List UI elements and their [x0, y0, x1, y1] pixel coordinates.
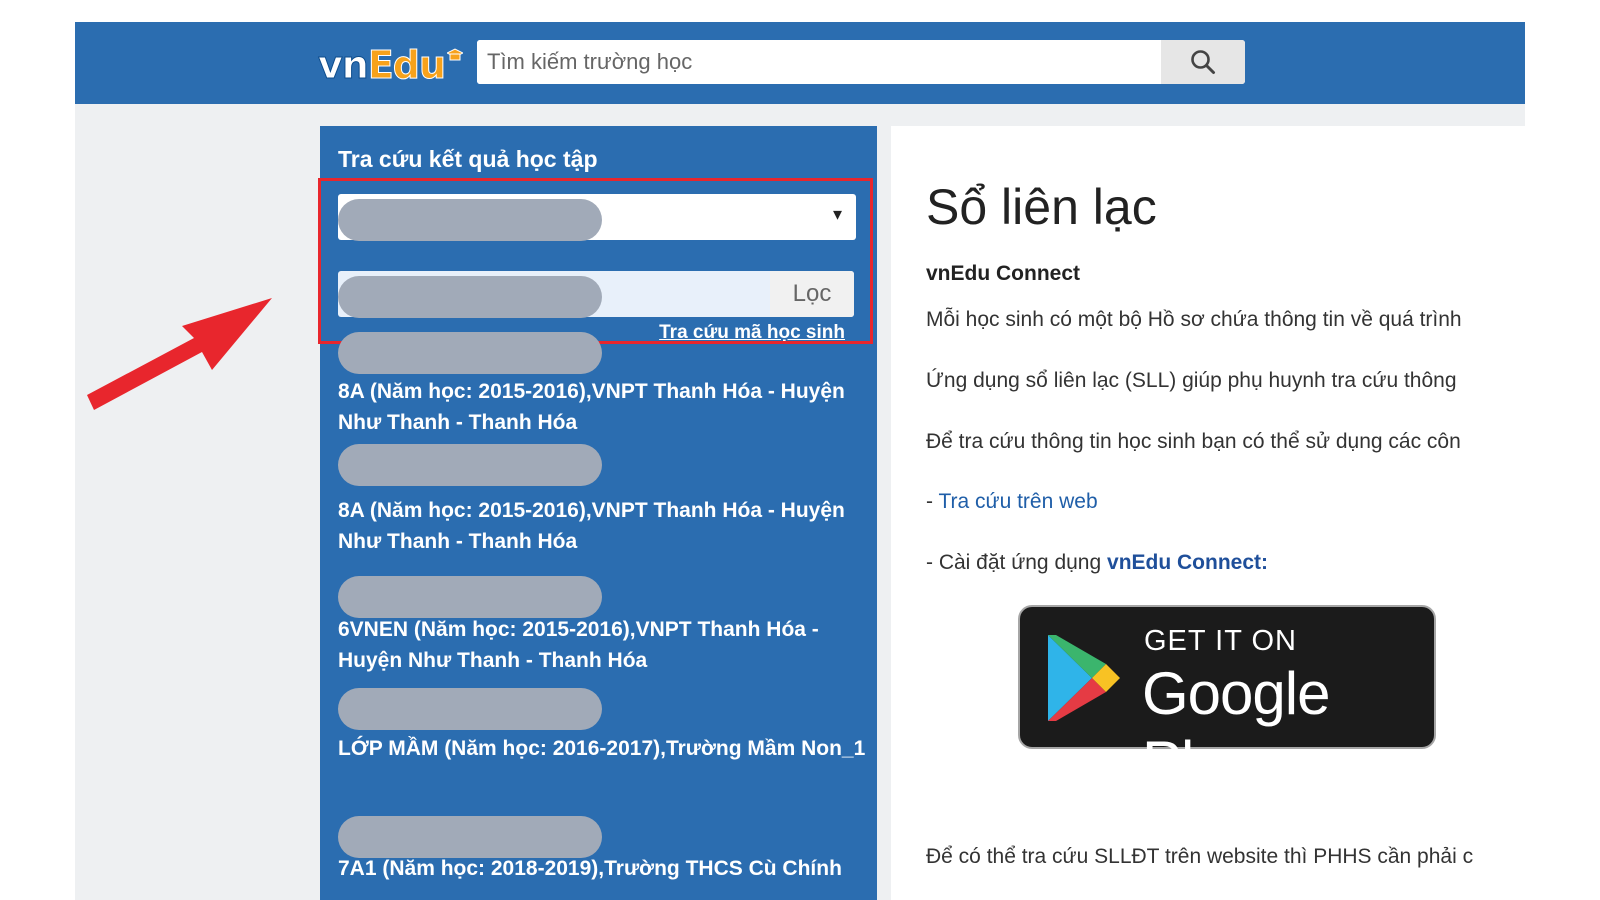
google-play-small-text: GET IT ON: [1144, 625, 1297, 657]
bullet-prefix: -: [926, 490, 939, 513]
highlight-box: [318, 178, 873, 344]
section-subtitle: vnEdu Connect: [926, 262, 1081, 285]
redacted-student-name: [338, 332, 602, 374]
google-play-badge[interactable]: GET IT ON Google Play: [1018, 605, 1436, 796]
student-class-item[interactable]: LỚP MẦM (Năm học: 2016-2017),Trường Mầm …: [338, 733, 866, 764]
page: vnEdu Tra cứu kết quả học tập ▾ Lọc: [75, 22, 1525, 900]
redacted-student-name: [338, 444, 602, 486]
contact-book-panel: Sổ liên lạc vnEdu Connect Mỗi học sinh c…: [891, 126, 1525, 900]
website-lookup-note: Để có thể tra cứu SLLĐT trên website thì…: [926, 845, 1474, 868]
usage-hint: Để tra cứu thông tin học sinh bạn có thể…: [926, 430, 1461, 453]
install-prefix: - Cài đặt ứng dụng: [926, 551, 1108, 574]
graduation-cap-icon: [447, 48, 464, 61]
student-class-item[interactable]: 6VNEN (Năm học: 2015-2016),VNPT Thanh Hó…: [338, 614, 866, 676]
top-navbar: vn Edu: [75, 22, 1525, 104]
student-class-item[interactable]: 8A (Năm học: 2015-2016),VNPT Thanh Hóa -…: [338, 495, 866, 557]
page-title: Sổ liên lạc: [926, 179, 1157, 235]
redacted-student-name: [338, 688, 602, 730]
lookup-panel-title: Tra cứu kết quả học tập: [338, 146, 598, 172]
vnedu-connect-link[interactable]: vnEdu Connect:: [1107, 551, 1268, 574]
app-description: Ứng dụng sổ liên lạc (SLL) giúp phụ huyn…: [926, 369, 1457, 392]
search-icon: [1191, 50, 1215, 74]
intro-paragraph: Mỗi học sinh có một bộ Hồ sơ chứa thông …: [926, 308, 1462, 331]
web-lookup-line: - Tra cứu trên web: [926, 490, 1098, 514]
install-app-line: - Cài đặt ứng dụng vnEdu Connect:: [926, 551, 1268, 575]
red-arrow-icon: [87, 298, 272, 410]
google-play-icon: [1048, 635, 1120, 721]
school-search-input[interactable]: [477, 40, 1161, 84]
redacted-student-name: [338, 576, 602, 618]
student-class-item[interactable]: 7A1 (Năm học: 2018-2019),Trường THCS Cù …: [338, 853, 866, 884]
vnedu-logo[interactable]: vn Edu: [318, 40, 464, 90]
redacted-student-name: [338, 816, 602, 858]
school-search-box: [477, 40, 1245, 84]
logo-vn-text: vn: [318, 43, 370, 88]
search-button[interactable]: [1161, 40, 1245, 84]
lookup-panel: Tra cứu kết quả học tập ▾ Lọc Tra cứu mã…: [318, 126, 877, 900]
web-lookup-link[interactable]: Tra cứu trên web: [938, 490, 1097, 513]
google-play-big-text: Google Play: [1142, 660, 1330, 796]
logo-edu-text: Edu: [367, 43, 446, 88]
student-class-item[interactable]: 8A (Năm học: 2015-2016),VNPT Thanh Hóa -…: [338, 376, 866, 438]
